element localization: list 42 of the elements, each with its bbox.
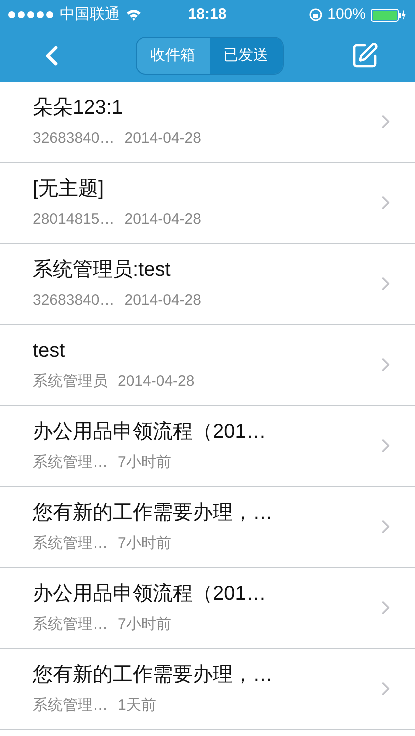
message-sender: 32683840… — [33, 292, 115, 310]
message-row[interactable]: 朵朵123:1 32683840… 2014-04-28 — [0, 82, 415, 163]
message-sender: 系统管理… — [33, 535, 108, 553]
message-title: [无主题] — [33, 177, 106, 201]
message-title: test — [33, 339, 66, 363]
message-time: 2014-04-28 — [124, 292, 202, 310]
message-sender: 32683840… — [33, 130, 115, 148]
message-title: 朵朵123:1 — [33, 96, 124, 120]
message-sender: 系统管理… — [33, 616, 108, 634]
message-time: 7小时前 — [118, 535, 172, 553]
message-title: 系统管理员:test — [33, 258, 172, 282]
segment-tab[interactable]: 已发送 — [210, 38, 282, 74]
message-row[interactable]: 办公用品申领流程（201… 系统管理… 7小时前 — [0, 568, 415, 649]
battery-icon — [371, 8, 407, 22]
message-time: 7小时前 — [118, 616, 172, 634]
message-time: 7小时前 — [118, 454, 172, 472]
message-sender: 系统管理员 — [33, 373, 108, 391]
message-sender: 28014815… — [33, 211, 115, 229]
message-row[interactable]: 办公用品申领流程（201… 系统管理… 7小时前 — [0, 406, 415, 487]
signal-icon — [8, 11, 54, 19]
message-time: 1天前 — [118, 697, 156, 715]
message-time: 2014-04-28 — [124, 211, 202, 229]
compose-button[interactable] — [351, 42, 379, 70]
rotation-lock-icon — [308, 8, 323, 22]
message-sender: 系统管理… — [33, 697, 108, 715]
message-time: 2014-04-28 — [118, 373, 195, 391]
message-sender: 系统管理… — [33, 454, 108, 472]
compose-icon — [351, 42, 379, 70]
message-row[interactable]: 您有新的工作需要办理，… 系统管理… 7小时前 — [0, 487, 415, 568]
battery-percent: 100% — [328, 4, 366, 25]
message-row[interactable]: [无主题] 28014815… 2014-04-28 — [0, 163, 415, 244]
clock-time: 18:18 — [188, 4, 227, 25]
carrier-name: 中国联通 — [60, 4, 120, 25]
message-row[interactable]: test 系统管理员 2014-04-28 — [0, 325, 415, 406]
message-time: 2014-04-28 — [124, 130, 202, 148]
wifi-icon — [126, 9, 142, 21]
message-title: 您有新的工作需要办理，… — [33, 663, 274, 687]
message-title: 办公用品申领流程（201… — [33, 420, 268, 444]
message-row[interactable]: 系统管理员:test 32683840… 2014-04-28 — [0, 244, 415, 325]
message-title: 您有新的工作需要办理，… — [33, 501, 274, 525]
message-row[interactable]: 您有新的工作需要办理，… 系统管理… 1天前 — [0, 649, 415, 730]
message-title: 办公用品申领流程（201… — [33, 582, 268, 606]
